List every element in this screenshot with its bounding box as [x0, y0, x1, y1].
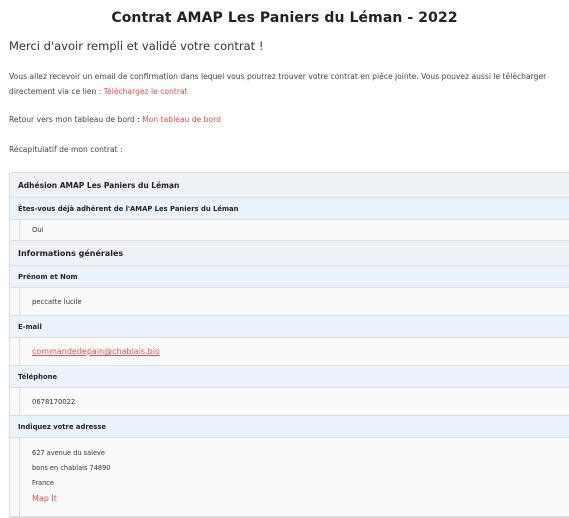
address-line3: France [32, 479, 54, 487]
info-paragraph: Vous allez recevoir un email de confirma… [9, 69, 569, 99]
phone-value: 0678170022 [19, 388, 569, 415]
field-value-email: commandedepain@chablais.bio [10, 338, 569, 366]
section-adhesion: Adhésion AMAP Les Paniers du Léman [10, 173, 569, 198]
name-value: peccatte lucile [19, 288, 569, 315]
info-text: Vous allez recevoir un email de confirma… [9, 72, 547, 81]
field-value-member: Oui [10, 220, 569, 241]
recap-heading: Récapitulatif de mon contrat : [9, 145, 123, 154]
field-value-phone: 0678170022 [10, 388, 569, 416]
field-label-member: Êtes-vous déjà adhérent de l'AMAP Les Pa… [10, 198, 569, 220]
address-line1: 627 avenue du saleve [32, 449, 105, 457]
thanks-message: Merci d'avoir rempli et validé votre con… [9, 39, 264, 53]
field-label-address: Indiquez votre adresse [10, 416, 569, 438]
back-text: Retour vers mon tableau de bord : [9, 115, 143, 124]
info-text-2: directement via ce lien : [9, 87, 104, 96]
section-general-info: Informations générales [10, 241, 569, 266]
info-text-line2: directement via ce lien : Téléchargez le… [9, 84, 569, 99]
download-contract-link[interactable]: Téléchargez le contrat [104, 87, 188, 96]
member-value: Oui [19, 220, 569, 240]
dashboard-link[interactable]: Mon tableau de bord [142, 115, 221, 124]
field-value-name: peccatte lucile [10, 288, 569, 316]
field-label-phone: Téléphone [10, 366, 569, 388]
back-to-dashboard: Retour vers mon tableau de bord : Mon ta… [9, 115, 221, 124]
map-it-link[interactable]: Map It [32, 491, 57, 506]
field-label-email: E-mail [10, 316, 569, 338]
field-value-address: 627 avenue du saleve bons en chablais 74… [10, 438, 569, 517]
email-link[interactable]: commandedepain@chablais.bio [32, 347, 160, 356]
address-line2: bons en chablais 74890 [32, 464, 111, 472]
contract-summary-table: Adhésion AMAP Les Paniers du Léman Êtes-… [9, 172, 569, 518]
contract-confirmation-page: Contrat AMAP Les Paniers du Léman - 2022… [0, 0, 569, 518]
field-label-name: Prénom et Nom [10, 266, 569, 288]
page-title: Contrat AMAP Les Paniers du Léman - 2022 [111, 10, 458, 26]
